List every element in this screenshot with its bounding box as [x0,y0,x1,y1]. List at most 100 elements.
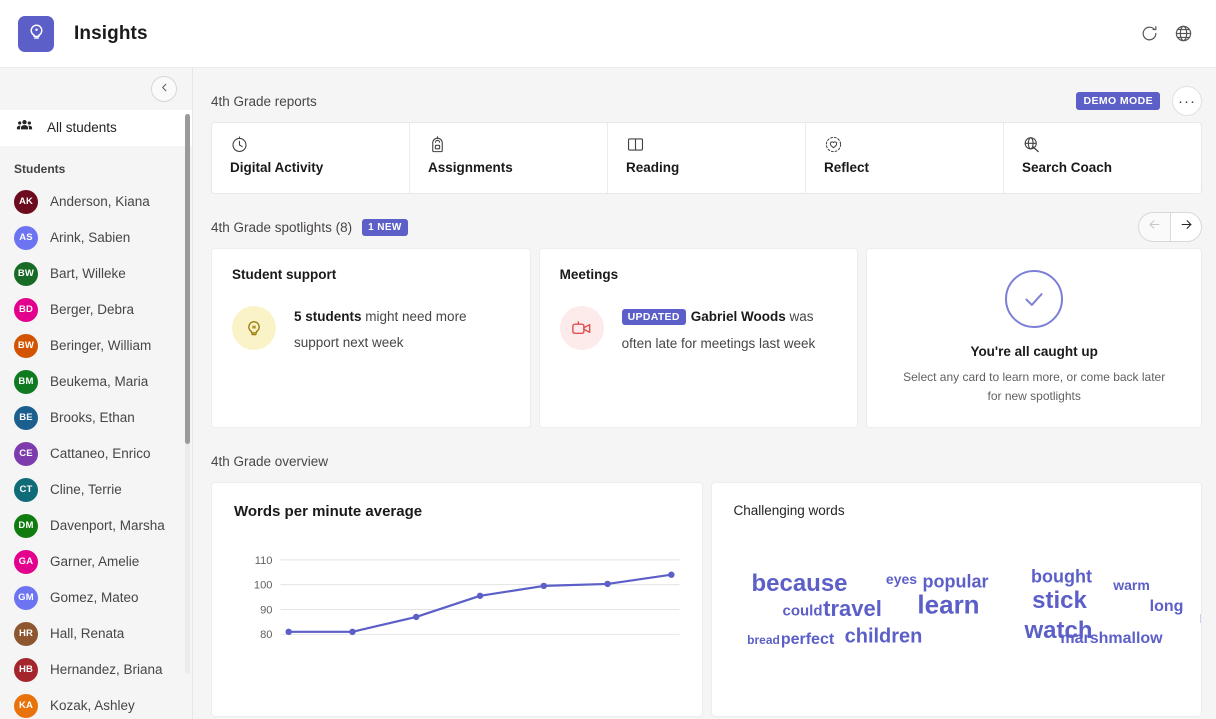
student-name: Hall, Renata [50,626,124,641]
sidebar-item-label: All students [47,120,117,135]
avatar: GA [14,550,38,574]
student-name: Hernandez, Briana [50,662,163,677]
spotlights-next-button[interactable] [1170,212,1202,242]
sidebar-scrollbar-thumb[interactable] [185,114,190,444]
student-list-item[interactable]: DM Davenport, Marsha [0,508,192,544]
student-list-item[interactable]: GA Garner, Amelie [0,544,192,580]
wordcloud-word[interactable]: stick [1032,587,1087,615]
avatar: CT [14,478,38,502]
student-name: Davenport, Marsha [50,518,165,533]
avatar: AK [14,190,38,214]
report-tab-reflect[interactable]: Reflect [806,123,1004,193]
wordcloud-word[interactable]: bread [747,633,780,647]
more-options-button[interactable]: ··· [1172,86,1202,116]
reports-header: 4th Grade reports DEMO MODE ··· [211,88,1202,114]
avatar: BM [14,370,38,394]
spotlight-card-text: 5 students might need more support next … [294,304,510,356]
spotlight-card-body: UPDATEDGabriel Woods was often late for … [560,304,838,357]
student-list-item[interactable]: CECattaneo, Enrico [0,436,192,472]
clock-icon [230,135,409,153]
globe-icon[interactable] [1166,17,1200,51]
wordcloud-word[interactable]: lake [1200,612,1202,626]
report-tab-label: Assignments [428,160,607,175]
avatar: AS [14,226,38,250]
reports-title: 4th Grade reports [211,94,317,109]
avatar: BD [14,298,38,322]
student-list-item[interactable]: CTCline, Terrie [0,472,192,508]
student-list-item[interactable]: HR Hall, Renata [0,616,192,652]
app-logo [18,16,54,52]
student-list-item[interactable]: KAKozak, Ashley [0,688,192,719]
wordcloud-word[interactable]: perfect [781,631,834,649]
spotlight-card-student-support[interactable]: Student support 5 students might need [211,248,531,428]
report-tab-assignments[interactable]: Assignments [410,123,608,193]
wordcloud-word[interactable]: long [1150,598,1184,616]
student-name: Brooks, Ethan [50,410,135,425]
app-header: Insights [0,0,1216,68]
report-tab-digital-activity[interactable]: Digital Activity [212,123,410,193]
student-name: Anderson, Kiana [50,194,150,209]
spotlight-card-caught-up: You're all caught up Select any card to … [866,248,1202,428]
updated-badge: UPDATED [622,309,686,325]
student-name: Kozak, Ashley [50,698,135,713]
chevron-left-icon [159,80,170,98]
avatar: BE [14,406,38,430]
student-list-item[interactable]: BE Brooks, Ethan [0,400,192,436]
wordcloud-word[interactable]: could [783,603,823,620]
wordcloud-word[interactable]: eyes [886,571,917,587]
wordcloud-word[interactable]: because [751,570,847,598]
student-list-item[interactable]: GMGomez, Mateo [0,580,192,616]
student-list-item[interactable]: BD Berger, Debra [0,292,192,328]
overview-card-words: Challenging words becauseeyespopularboug… [711,482,1203,717]
student-name: Berger, Debra [50,302,134,317]
student-name: Beukema, Maria [50,374,148,389]
spotlights-prev-button[interactable] [1138,212,1170,242]
sidebar-collapse-row [0,68,192,110]
spotlights-nav [1138,212,1202,242]
sidebar-section-label: Students [0,152,192,184]
report-tab-label: Reading [626,160,805,175]
student-list: AK Anderson, Kiana ASArink, SabienBWBart, … [0,184,192,719]
sidebar-item-all-students[interactable]: All students [0,110,192,146]
svg-text:80: 80 [260,629,272,641]
student-list-item[interactable]: BWBart, Willeke [0,256,192,292]
student-name: Garner, Amelie [50,554,139,569]
arrow-right-icon [1179,217,1194,237]
spotlights-title: 4th Grade spotlights (8) [211,220,352,235]
wordcloud-word[interactable]: warm [1113,577,1150,593]
lightbulb-icon [232,306,276,350]
report-tab-reading[interactable]: Reading [608,123,806,193]
avatar: BW [14,334,38,358]
spotlight-card-strong: 5 students [294,309,362,324]
spotlight-cards: Student support 5 students might need [211,248,1202,428]
student-list-item[interactable]: ASArink, Sabien [0,220,192,256]
student-list-item[interactable]: BM Beukema, Maria [0,364,192,400]
overview-card-wpm: Words per minute average 8090100110 [211,482,703,717]
wordcloud-word[interactable]: marshmallow [1060,630,1162,648]
report-tab-label: Digital Activity [230,160,409,175]
backpack-icon [428,135,607,153]
avatar: DM [14,514,38,538]
arrow-left-icon [1147,217,1162,237]
wordcloud-word[interactable]: children [845,626,923,649]
overview-header: 4th Grade overview [211,448,1202,474]
refresh-icon[interactable] [1132,17,1166,51]
wordcloud-word[interactable]: travel [823,596,882,622]
wordcloud-word[interactable]: bought [1031,567,1092,588]
student-list-item[interactable]: AK Anderson, Kiana [0,184,192,220]
challenging-words-cloud: becauseeyespopularboughtwarmcouldtravell… [712,539,1202,716]
student-list-item[interactable]: HBHernandez, Briana [0,652,192,688]
reports-tab-bar: Digital Activity Assignments ReadingReflec… [211,122,1202,194]
lightbulb-icon [26,21,47,47]
avatar: GM [14,586,38,610]
sidebar-scroll-area: All students Students AKAnderson, KianaA… [0,110,192,719]
wordcloud-word[interactable]: learn [917,590,979,621]
student-list-item[interactable]: BWBeringer, William [0,328,192,364]
spotlight-card-meetings[interactable]: Meetings UPDATEDGabriel Woods was often … [539,248,859,428]
avatar: HR [14,622,38,646]
report-tab-search-coach[interactable]: Search Coach [1004,123,1201,193]
book-icon [626,135,805,153]
report-tab-label: Search Coach [1022,160,1201,175]
sidebar-collapse-button[interactable] [151,76,177,102]
overview-title: 4th Grade overview [211,454,328,469]
